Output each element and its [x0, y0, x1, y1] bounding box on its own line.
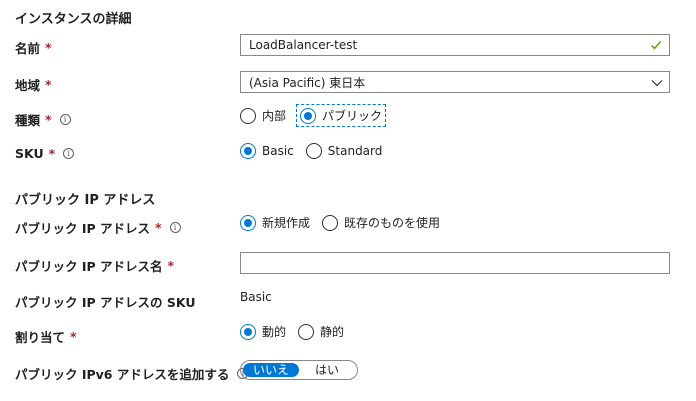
radio-button-selected[interactable]: [300, 107, 317, 124]
region-dropdown[interactable]: (Asia Pacific) 東日本: [240, 71, 670, 93]
region-dropdown-value: (Asia Pacific) 東日本: [249, 75, 366, 90]
sku-label-text: SKU: [15, 146, 44, 161]
public-ip-sku-label-text: パブリック IP アドレスの SKU: [15, 295, 196, 310]
sku-label: SKU * i: [15, 146, 75, 161]
public-ip-radio-group: 新規作成 既存のものを使用: [240, 214, 440, 231]
section-title-public-ip: パブリック IP アドレス: [15, 193, 156, 208]
assignment-label-text: 割り当て: [15, 330, 66, 345]
name-input-value: LoadBalancer-test: [249, 38, 358, 52]
name-input[interactable]: LoadBalancer-test: [240, 34, 670, 56]
public-ip-option-new-label: 新規作成: [262, 216, 311, 230]
radio-button-selected[interactable]: [240, 323, 256, 340]
type-option-internal-label: 内部: [262, 109, 287, 123]
radio-button[interactable]: [305, 143, 322, 159]
type-option-internal[interactable]: 内部: [240, 107, 286, 124]
region-label-text: 地域: [15, 78, 41, 93]
sku-option-standard[interactable]: Standard: [305, 143, 383, 159]
chevron-down-icon: [651, 80, 663, 87]
type-radio-group: 内部 パブリック: [240, 104, 387, 127]
type-option-public[interactable]: パブリック: [296, 104, 387, 127]
public-ip-name-input[interactable]: [240, 252, 670, 274]
type-label: 種類 * i: [15, 110, 71, 129]
required-marker: *: [70, 329, 77, 344]
type-label-text: 種類: [15, 113, 41, 128]
ipv6-toggle-yes[interactable]: はい: [299, 363, 355, 377]
sku-option-standard-label: Standard: [327, 144, 383, 158]
info-icon[interactable]: i: [63, 148, 75, 159]
assignment-option-dynamic[interactable]: 動的: [240, 323, 286, 340]
radio-button-selected[interactable]: [240, 143, 256, 159]
sku-option-basic[interactable]: Basic: [240, 143, 294, 159]
public-ip-option-new[interactable]: 新規作成: [240, 214, 310, 231]
sku-radio-group: Basic Standard: [240, 143, 382, 159]
public-ip-option-existing-label: 既存のものを使用: [344, 216, 441, 230]
info-icon[interactable]: i: [59, 114, 71, 125]
checkmark-icon: [651, 41, 662, 50]
radio-button[interactable]: [298, 323, 315, 340]
required-marker: *: [167, 258, 175, 273]
ipv6-label: パブリック IPv6 アドレスを追加する i: [15, 364, 249, 383]
section-title-instance-details: インスタンスの詳細: [15, 12, 132, 27]
public-ip-label-text: パブリック IP アドレス: [15, 221, 151, 236]
region-label: 地域 *: [15, 75, 52, 94]
required-marker: *: [45, 112, 52, 127]
required-marker: *: [48, 146, 56, 161]
public-ip-option-existing[interactable]: 既存のものを使用: [322, 214, 440, 231]
required-marker: *: [45, 77, 52, 92]
assignment-radio-group: 動的 静的: [240, 323, 344, 340]
assignment-option-dynamic-label: 動的: [262, 325, 287, 339]
info-icon[interactable]: i: [169, 222, 181, 233]
sku-option-basic-label: Basic: [262, 144, 294, 158]
radio-button-selected[interactable]: [240, 214, 256, 231]
ipv6-label-text: パブリック IPv6 アドレスを追加する: [15, 367, 230, 382]
ipv6-toggle-no[interactable]: いいえ: [243, 363, 299, 377]
assignment-option-static-label: 静的: [320, 325, 345, 339]
public-ip-label: パブリック IP アドレス * i: [15, 218, 181, 237]
name-label: 名前 *: [15, 38, 52, 57]
public-ip-sku-value: Basic: [240, 290, 272, 304]
assignment-option-static[interactable]: 静的: [298, 323, 344, 340]
required-marker: *: [45, 40, 52, 55]
required-marker: *: [155, 220, 162, 235]
public-ip-sku-label: パブリック IP アドレスの SKU: [15, 292, 196, 311]
public-ip-name-label-text: パブリック IP アドレス名: [15, 259, 163, 274]
radio-button[interactable]: [240, 107, 256, 124]
radio-button[interactable]: [322, 214, 339, 231]
type-option-public-label: パブリック: [322, 109, 383, 123]
name-label-text: 名前: [15, 41, 41, 56]
public-ip-name-label: パブリック IP アドレス名 *: [15, 256, 174, 275]
assignment-label: 割り当て *: [15, 327, 77, 346]
ipv6-toggle[interactable]: いいえ はい: [240, 360, 358, 380]
